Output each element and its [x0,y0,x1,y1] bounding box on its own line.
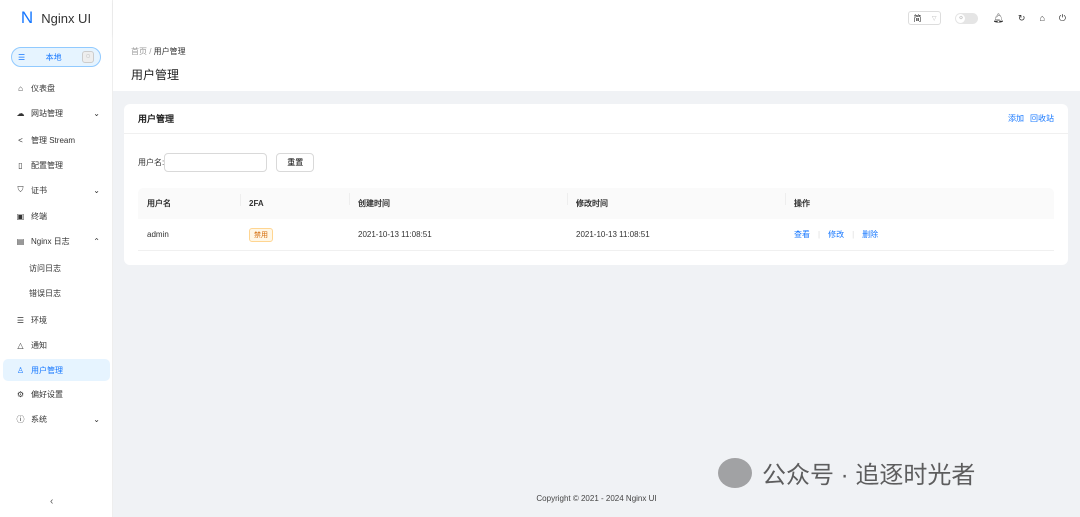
home-icon: ⌂ [18,83,23,93]
nginx-logo-icon: N [20,8,34,27]
chevron-icon: ⌄ [93,108,100,118]
sidebar-item[interactable]: ⛉ 证书 ⌄ [3,179,110,201]
sidebar-item-label: 环境 [31,315,47,325]
sidebar-item[interactable]: △ 通知 [3,334,110,356]
sidebar-item[interactable]: < 管理 Stream [3,129,110,151]
file-icon: ▯ [18,160,23,170]
status-icon: ◌ [81,51,94,63]
sidebar-item-label: 系统 [31,414,47,424]
sidebar-item-label: 管理 Stream [31,135,76,145]
column-2fa[interactable]: 2FA [240,194,349,208]
chevron-down-icon: ▽ [931,15,937,22]
app-name: Nginx UI [41,10,92,26]
sidebar-item[interactable]: ☰ 环境 [3,309,110,331]
sidebar-item-label: 配置管理 [31,160,63,170]
card-title: 用户管理 [138,114,175,124]
delete-button[interactable]: 删除 [862,230,878,239]
bell-icon[interactable]: 🔔︎ [992,13,1003,24]
environment-selector[interactable]: ☰ 本地 ◌ [11,47,101,67]
language-select[interactable]: 简 ▽ [908,11,942,25]
watermark-text: 公众号 · 追逐时光者 [762,462,976,489]
column-updated[interactable]: 修改时间 [567,193,785,209]
cell-updated: 2021-10-13 11:08:51 [576,230,650,239]
theme-toggle[interactable]: ☼ [955,12,979,24]
username-filter-label: 用户名: [138,158,165,167]
breadcrumb: 首页 / 用户管理 [131,47,186,56]
chevron-icon: ⌄ [93,414,100,424]
home-icon[interactable]: ⌂ [1039,13,1044,23]
sidebar: N Nginx UI ☰ 本地 ◌ ⌂ 仪表盘 ☁ 网站管理 ⌄ < 管理 Stream ▯ 配置管理… [0,0,113,517]
users-table: 用户名 2FA 创建时间 修改时间 操作 admin 禁用 2021-10-13… [138,188,1054,251]
bell-icon: △ [17,340,24,350]
column-actions: 操作 [785,193,1054,209]
username-filter-input[interactable] [164,153,268,172]
breadcrumb-home[interactable]: 首页 [131,47,147,56]
sun-icon: ☼ [956,13,966,23]
column-created[interactable]: 创建时间 [349,193,567,209]
trash-button[interactable]: 回收站 [1030,113,1054,124]
share-icon: < [18,135,23,145]
sidebar-item-label: 用户管理 [31,365,63,375]
sidebar-item[interactable]: 错误日志 [3,282,110,304]
sidebar-item[interactable]: ⌂ 仪表盘 [3,77,110,99]
server-icon: ☰ [18,52,26,62]
language-value: 简 [913,13,922,23]
env-label: 本地 [45,52,62,62]
database-icon: ☰ [16,315,25,325]
sidebar-item[interactable]: ⚙ 偏好设置 [3,383,110,405]
sidebar-item-label: 偏好设置 [31,389,63,399]
logout-icon[interactable]: ⏻ [1059,13,1066,24]
reset-button[interactable]: 重置 [276,153,315,172]
sidebar-item[interactable]: ☁ 网站管理 ⌄ [3,102,110,124]
cell-created: 2021-10-13 11:08:51 [358,230,432,239]
sidebar-item[interactable]: ▤ Nginx 日志 ⌃ [3,230,110,252]
page-title: 用户管理 [131,68,180,82]
sidebar-item-label: 证书 [31,185,47,195]
2fa-status-badge: 禁用 [249,227,273,242]
shield-icon: ⛉ [17,185,24,194]
column-username[interactable]: 用户名 [138,198,240,209]
sidebar-item[interactable]: ♙ 用户管理 [3,359,110,381]
cloud-icon: ☁ [16,108,25,118]
sidebar-item-label: 网站管理 [31,108,63,118]
user-card: 用户管理 添加 回收站 用户名: 重置 用户名 2FA 创建时间 修改时间 操作 a… [124,104,1068,265]
breadcrumb-current: 用户管理 [153,47,186,56]
info-icon: ⓘ [16,414,25,424]
cell-username: admin [147,230,169,239]
sidebar-item-label: Nginx 日志 [31,236,70,246]
sidebar-item[interactable]: ▯ 配置管理 [3,154,110,176]
sidebar-item-label: 访问日志 [29,263,61,273]
terminal-icon: ▣ [16,211,25,221]
wechat-icon [718,457,752,488]
table-row: admin 禁用 2021-10-13 11:08:51 2021-10-13 … [138,219,1054,251]
logo[interactable]: N Nginx UI [0,0,112,36]
chevron-icon: ⌃ [93,236,100,246]
add-button[interactable]: 添加 [1008,113,1024,124]
footer-copyright: Copyright © 2021 - 2024 Nginx UI [536,494,657,503]
sidebar-item-label: 通知 [31,340,47,350]
view-button[interactable]: 查看 [794,230,810,239]
sidebar-item-label: 仪表盘 [31,83,55,93]
sidebar-item[interactable]: 访问日志 [3,257,110,279]
sidebar-item[interactable]: ⓘ 系统 ⌄ [3,408,110,430]
top-header: 简 ▽ ☼ 🔔︎ ↻ ⌂ ⏻ [113,0,1080,36]
watermark: 公众号 · 追逐时光者 [718,455,975,490]
sidebar-item-label: 错误日志 [29,288,61,298]
gear-icon: ⚙ [16,389,25,399]
file-text-icon: ▤ [16,236,25,246]
sidebar-item-label: 终端 [31,211,47,221]
sidebar-item[interactable]: ▣ 终端 [3,205,110,227]
chevron-icon: ⌄ [93,185,100,195]
reload-icon[interactable]: ↻ [1018,13,1026,24]
page-header: 首页 / 用户管理 用户管理 [113,36,1080,91]
table-header: 用户名 2FA 创建时间 修改时间 操作 [138,188,1054,219]
user-icon: ♙ [16,365,25,375]
edit-button[interactable]: 修改 [828,230,844,239]
collapse-sidebar-button[interactable]: ‹ [50,496,53,507]
